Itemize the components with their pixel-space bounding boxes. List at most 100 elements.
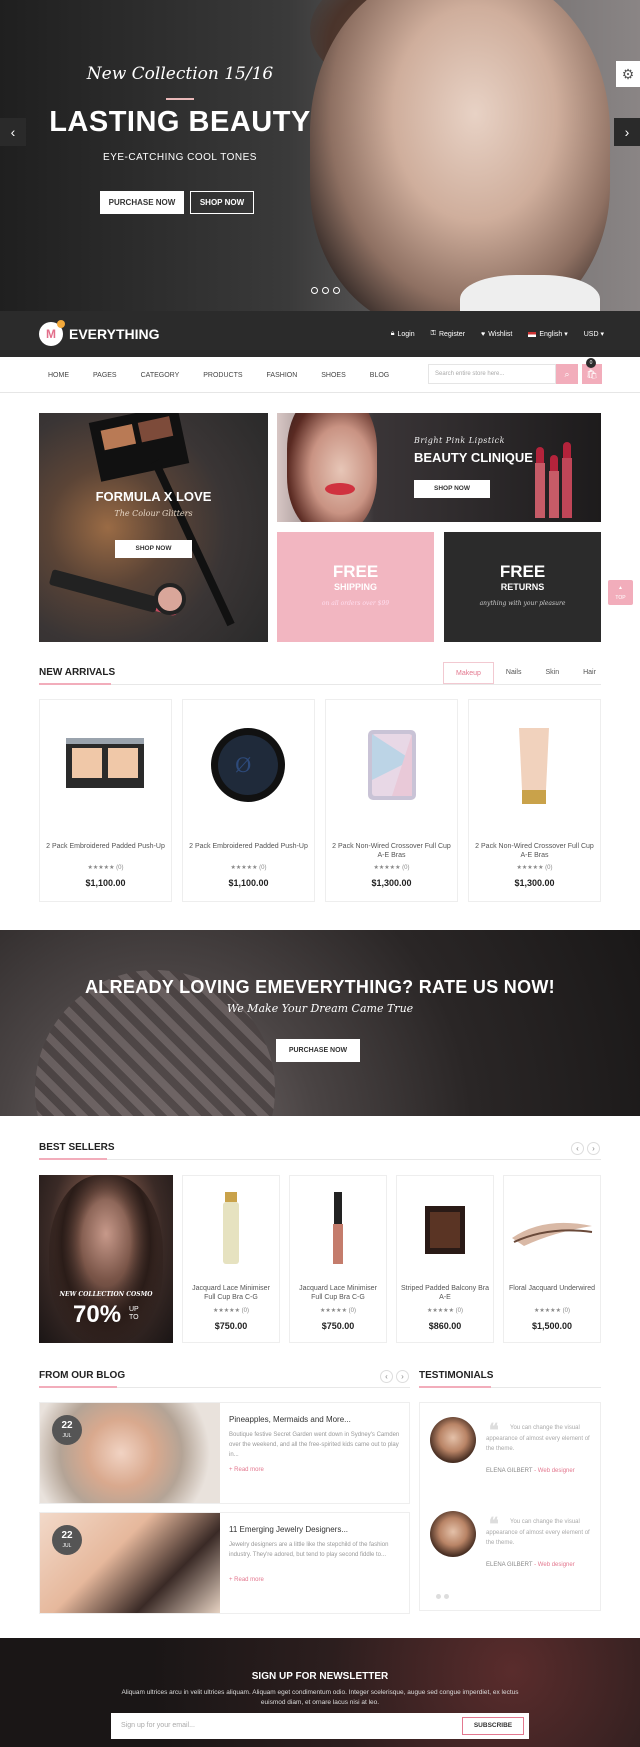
product-card[interactable]: 2 Pack Non-Wired Crossover Full Cup A-E …	[468, 699, 601, 902]
tab-hair[interactable]: Hair	[571, 662, 608, 684]
search-input[interactable]: Search entire store here...	[428, 364, 556, 384]
product-name[interactable]: Jacquard Lace Minimiser Full Cup Bra C-G	[187, 1284, 275, 1302]
product-rating: ★★★★★ (0)	[320, 1308, 356, 1314]
section-title: FROM OUR BLOG	[39, 1370, 126, 1381]
product-rating: ★★★★★ (0)	[427, 1308, 463, 1314]
product-price: $1,300.00	[371, 878, 412, 888]
section-accent	[419, 1386, 491, 1388]
blog-post[interactable]: 22 JUL 11 Emerging Jewelry Designers... J…	[39, 1512, 410, 1614]
menu-item-pages[interactable]: PAGES	[93, 372, 117, 379]
product-image	[425, 1206, 465, 1254]
chevron-left-icon[interactable]: ‹	[380, 1370, 393, 1383]
login-link[interactable]: 🔒︎ Login	[391, 330, 415, 338]
logo-icon[interactable]: M	[39, 320, 65, 346]
product-card[interactable]: Striped Padded Balcony Bra A-E ★★★★★ (0)…	[396, 1175, 494, 1343]
blog-post-excerpt: Jewelry designers are a little like the …	[229, 1542, 389, 1558]
product-name[interactable]: Floral Jacquard Underwired	[508, 1284, 596, 1293]
promo-percent: 70%	[73, 1301, 122, 1328]
lock-icon: 🔒︎	[390, 330, 395, 337]
hero-prev-icon[interactable]: ‹	[0, 118, 26, 146]
product-card[interactable]: Jacquard Lace Minimiser Full Cup Bra C-G…	[182, 1175, 280, 1343]
key-icon: ⚿	[430, 330, 436, 337]
product-card[interactable]: Floral Jacquard Underwired ★★★★★ (0) $1,…	[503, 1175, 601, 1343]
scroll-top-button[interactable]: ▲ TOP	[608, 580, 633, 605]
product-price: $750.00	[214, 1321, 248, 1331]
testimonial-text: You can change the visual appearance of …	[486, 1425, 590, 1452]
testimonial-pagination	[436, 1594, 449, 1599]
product-image	[66, 738, 144, 788]
free-returns-banner[interactable]: FREE RETURNS anything with your pleasure	[444, 532, 601, 642]
tab-nails[interactable]: Nails	[494, 662, 534, 684]
product-price: $1,100.00	[85, 878, 126, 888]
chevron-right-icon[interactable]: ›	[396, 1370, 409, 1383]
product-card[interactable]: Ø 2 Pack Embroidered Padded Push-Up ★★★★…	[182, 699, 315, 902]
testimonial-dot-1[interactable]	[436, 1594, 441, 1599]
wishlist-link[interactable]: ♥ Wishlist	[481, 331, 512, 338]
currency-select[interactable]: USD ▾	[584, 330, 604, 338]
hero-purchase-button[interactable]: PURCHASE NOW	[100, 191, 184, 214]
section-divider	[39, 684, 601, 685]
banner-shop-button[interactable]: SHOP NOW	[115, 540, 192, 558]
chevron-right-icon[interactable]: ›	[587, 1142, 600, 1155]
read-more-link[interactable]: + Read more	[229, 1577, 264, 1583]
blog-post-title[interactable]: 11 Emerging Jewelry Designers...	[229, 1525, 348, 1534]
tab-skin[interactable]: Skin	[533, 662, 571, 684]
blog-date-badge: 22 JUL	[52, 1525, 82, 1555]
search-icon[interactable]: ⌕	[556, 364, 578, 384]
product-price: $750.00	[321, 1321, 355, 1331]
menu-item-products[interactable]: PRODUCTS	[203, 372, 242, 379]
tab-makeup[interactable]: Makeup	[443, 662, 494, 684]
menu-item-home[interactable]: HOME	[48, 372, 69, 379]
read-more-link[interactable]: + Read more	[229, 1467, 264, 1473]
banner-beauty-clinique[interactable]: Bright Pink Lipstick BEAUTY CLINIQUE SHO…	[277, 413, 601, 522]
model-lips	[325, 483, 355, 495]
hero-dot-3[interactable]	[333, 287, 340, 294]
section-accent	[39, 1158, 107, 1160]
banner-subtitle: The Colour Glitters	[114, 509, 193, 518]
chevron-left-icon[interactable]: ‹	[571, 1142, 584, 1155]
hero-divider	[166, 98, 194, 100]
avatar	[430, 1511, 476, 1557]
menu-item-category[interactable]: CATEGORY	[141, 372, 180, 379]
product-name[interactable]: 2 Pack Non-Wired Crossover Full Cup A-E …	[473, 842, 596, 860]
testimonial-dot-2[interactable]	[444, 1594, 449, 1599]
newsletter-text: Aliquam ultrices arcu in velit ultrices …	[121, 1689, 519, 1706]
banner-shop-button[interactable]: SHOP NOW	[414, 480, 490, 498]
main-menu: HOME PAGES CATEGORY PRODUCTS FASHION SHO…	[48, 357, 389, 393]
lipstick-image	[535, 447, 545, 518]
hero-dot-1[interactable]	[311, 287, 318, 294]
section-accent	[39, 1386, 117, 1388]
section-title: BEST SELLERS	[39, 1142, 115, 1153]
logo-text[interactable]: EVERYTHING	[69, 326, 160, 342]
hero-shop-button[interactable]: SHOP NOW	[190, 191, 254, 214]
settings-gear-icon[interactable]: ⚙	[616, 61, 640, 87]
section-divider	[39, 1159, 601, 1160]
blog-post[interactable]: 22 JUL Pineapples, Mermaids and More... B…	[39, 1402, 410, 1504]
promo-banner[interactable]: NEW COLLECTION COSMO 70% UP TO	[39, 1175, 173, 1343]
menu-item-shoes[interactable]: SHOES	[321, 372, 346, 379]
rate-purchase-button[interactable]: PURCHASE NOW	[276, 1039, 360, 1062]
blog-post-title[interactable]: Pineapples, Mermaids and More...	[229, 1415, 351, 1424]
banner-formula-x[interactable]: FORMULA X LOVE The Colour Glitters SHOP …	[39, 413, 268, 642]
register-link[interactable]: ⚿ Register	[431, 330, 465, 338]
product-name[interactable]: 2 Pack Embroidered Padded Push-Up	[44, 842, 167, 851]
product-name[interactable]: Jacquard Lace Minimiser Full Cup Bra C-G	[294, 1284, 382, 1302]
lipstick-image	[549, 455, 559, 518]
product-card[interactable]: 2 Pack Non-Wired Crossover Full Cup A-E …	[325, 699, 458, 902]
language-select[interactable]: English ▾	[528, 330, 568, 338]
menu-item-blog[interactable]: BLOG	[370, 372, 389, 379]
product-card[interactable]: 2 Pack Embroidered Padded Push-Up ★★★★★ …	[39, 699, 172, 902]
testimonial-author: ELENA GILBERT - Web designer	[486, 1562, 575, 1568]
product-rating: ★★★★★ (0)	[213, 1308, 249, 1314]
hero-dot-2[interactable]	[322, 287, 329, 294]
product-name[interactable]: Striped Padded Balcony Bra A-E	[401, 1284, 489, 1302]
hero-next-icon[interactable]: ›	[614, 118, 640, 146]
free-shipping-banner[interactable]: FREE SHIPPING on all orders over $99	[277, 532, 434, 642]
menu-item-fashion[interactable]: FASHION	[267, 372, 298, 379]
blog-post-excerpt: Boutique festive Secret Garden went down…	[229, 1432, 400, 1458]
product-image	[333, 1192, 343, 1264]
product-name[interactable]: 2 Pack Non-Wired Crossover Full Cup A-E …	[330, 842, 453, 860]
product-card[interactable]: Jacquard Lace Minimiser Full Cup Bra C-G…	[289, 1175, 387, 1343]
product-name[interactable]: 2 Pack Embroidered Padded Push-Up	[187, 842, 310, 851]
subscribe-button[interactable]: SUBSCRIBE	[462, 1717, 524, 1735]
